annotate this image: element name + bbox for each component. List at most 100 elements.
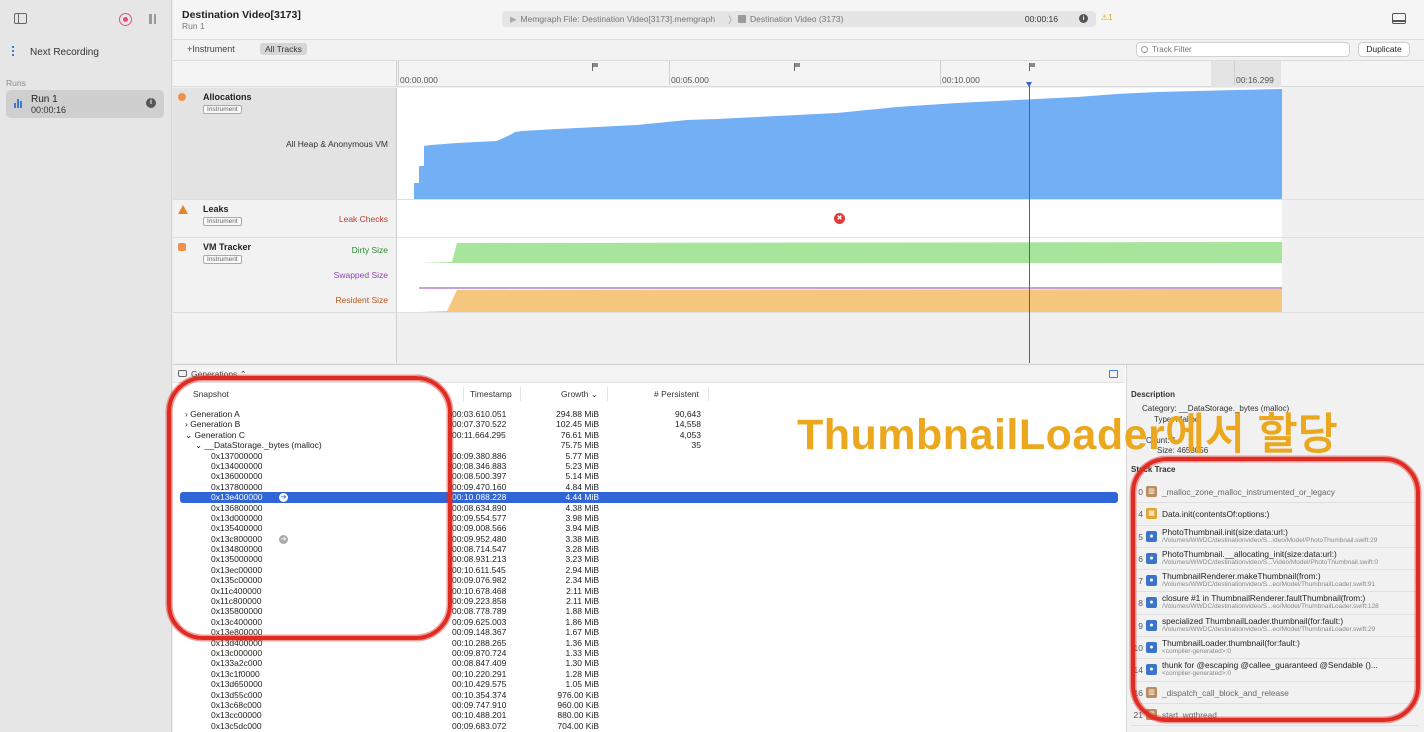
column-timestamp[interactable]: Timestamp bbox=[470, 389, 512, 399]
instrument-badge[interactable]: Instrument bbox=[203, 255, 242, 264]
timestamp-cell: 00:08.634.890 bbox=[452, 502, 507, 513]
next-recording-item[interactable]: Next Recording bbox=[12, 46, 99, 58]
timestamp-cell: 00:08.778.789 bbox=[452, 606, 507, 617]
timestamp-cell: 00:09.625.003 bbox=[452, 616, 507, 627]
runs-section-label: Runs bbox=[6, 78, 26, 88]
snapshot-cell: 0x13c68c000 bbox=[211, 699, 262, 710]
path-file[interactable]: Memgraph File: Destination Video[3173].m… bbox=[521, 14, 716, 24]
description-label: Description bbox=[1131, 390, 1176, 399]
vm-tracker-icon bbox=[178, 243, 186, 251]
add-instrument-button[interactable]: +Instrument bbox=[187, 44, 235, 54]
snapshot-cell: 0x13cc00000 bbox=[211, 710, 262, 721]
growth-cell: 2.11 MiB bbox=[566, 596, 599, 607]
snapshot-cell: 0x133a2c000 bbox=[211, 658, 263, 669]
timestamp-cell: 00:10.354.374 bbox=[452, 689, 507, 700]
info-icon[interactable]: i bbox=[146, 98, 156, 108]
instrument-badge[interactable]: Instrument bbox=[203, 105, 242, 114]
growth-cell: 3.23 MiB bbox=[565, 554, 599, 565]
sidebar: Next Recording Runs Run 1 00:00:16 i bbox=[0, 0, 172, 732]
table-row[interactable]: 0x133a2c000 00:08.847.409 1.30 MiB bbox=[173, 658, 1125, 668]
track-name: VM Tracker bbox=[203, 242, 252, 252]
column-separator bbox=[708, 387, 709, 401]
growth-cell: 4.44 MiB bbox=[565, 492, 599, 503]
leak-marker-icon[interactable]: ✖ bbox=[834, 213, 845, 224]
timestamp-cell: 00:09.952.480 bbox=[452, 533, 507, 544]
table-row[interactable]: 0x13c1f0000 00:10.220.291 1.28 MiB bbox=[173, 669, 1125, 679]
timestamp-cell: 00:10.611.545 bbox=[452, 564, 506, 575]
timestamp-cell: 00:08.500.397 bbox=[452, 471, 507, 482]
time-ruler[interactable]: 00:00.000 00:05.000 00:10.000 00:16.299 bbox=[396, 61, 1424, 87]
process-icon bbox=[738, 15, 746, 23]
leaks-graph[interactable]: ✖ bbox=[396, 200, 1424, 238]
growth-cell: 5.77 MiB bbox=[565, 450, 599, 461]
growth-cell: 1.67 MiB bbox=[565, 627, 599, 638]
timestamp-cell: 00:10.288.265 bbox=[452, 637, 507, 648]
timestamp-cell: 00:10.088.228 bbox=[452, 492, 507, 503]
persistent-cell: 90,643 bbox=[675, 409, 701, 419]
track-vm-tracker[interactable]: VM Tracker Instrument Dirty Size Swapped… bbox=[173, 238, 396, 313]
persistent-cell: 35 bbox=[691, 440, 701, 451]
info-icon[interactable]: i bbox=[1079, 14, 1088, 23]
growth-cell: 294.88 MiB bbox=[556, 409, 599, 419]
inspector-toggle-icon[interactable] bbox=[1109, 370, 1118, 378]
table-row[interactable]: 0x13d55c000 00:10.354.374 976.00 KiB bbox=[173, 690, 1125, 700]
list-icon bbox=[12, 46, 24, 56]
growth-cell: 76.61 MiB bbox=[560, 429, 599, 440]
lane-label: All Heap & Anonymous VM bbox=[285, 139, 388, 149]
track-leaks[interactable]: Leaks Instrument Leak Checks bbox=[173, 200, 396, 238]
column-separator bbox=[607, 387, 608, 401]
pause-button[interactable] bbox=[148, 14, 157, 24]
vm-tracker-graph[interactable] bbox=[396, 238, 1424, 313]
track-filter-field[interactable] bbox=[1136, 42, 1350, 57]
growth-cell: 5.14 MiB bbox=[565, 471, 599, 482]
instrument-badge[interactable]: Instrument bbox=[203, 217, 242, 226]
timestamp-cell: 00:08.714.547 bbox=[452, 544, 507, 555]
flag-icon[interactable] bbox=[1029, 63, 1035, 71]
table-row[interactable]: 0x13d650000 00:10.429.575 1.05 MiB bbox=[173, 679, 1125, 689]
flag-icon[interactable] bbox=[794, 63, 800, 71]
red-annotation-circle bbox=[167, 376, 452, 640]
timestamp-cell: 00:09.223.858 bbox=[452, 596, 507, 607]
annotation-caption: ThumbnailLoader에서 할당 bbox=[797, 411, 1338, 459]
persistent-cell: 14,558 bbox=[675, 419, 701, 430]
sidebar-toggle-icon[interactable] bbox=[14, 13, 27, 24]
duplicate-button[interactable]: Duplicate bbox=[1358, 42, 1410, 57]
timestamp-cell: 00:09.870.724 bbox=[452, 647, 507, 658]
warning-badge[interactable]: ⚠1 bbox=[1101, 13, 1113, 22]
ruler-tick: 00:00.000 bbox=[398, 61, 438, 85]
path-bar[interactable]: ▶ Memgraph File: Destination Video[3173].… bbox=[502, 11, 1096, 27]
growth-cell: 976.00 KiB bbox=[557, 689, 599, 700]
run-item[interactable]: Run 1 00:00:16 i bbox=[6, 90, 164, 118]
table-row[interactable]: 0x13c000000 00:09.870.724 1.33 MiB bbox=[173, 648, 1125, 658]
allocations-graph[interactable] bbox=[396, 88, 1424, 200]
panel-layout-icon[interactable] bbox=[1392, 13, 1406, 24]
table-row[interactable]: 0x13cc00000 00:10.488.201 880.00 KiB bbox=[173, 710, 1125, 720]
snapshot-cell: 0x13d55c000 bbox=[211, 689, 263, 700]
lane-label: Leak Checks bbox=[338, 214, 388, 224]
camera-icon bbox=[178, 370, 187, 377]
snapshot-cell: 0x13c1f0000 bbox=[211, 668, 260, 679]
record-button[interactable] bbox=[119, 13, 132, 26]
all-tracks-button[interactable]: All Tracks bbox=[260, 43, 307, 55]
warning-triangle-icon bbox=[178, 205, 188, 214]
growth-cell: 1.05 MiB bbox=[565, 679, 599, 690]
run-title: Run 1 bbox=[31, 94, 58, 105]
empty-graph-area bbox=[396, 313, 1424, 363]
track-name: Allocations bbox=[203, 92, 252, 102]
lane-label: Dirty Size bbox=[351, 245, 388, 255]
column-persistent[interactable]: # Persistent bbox=[654, 389, 699, 399]
table-row[interactable]: 0x13c68c000 00:09.747.910 960.00 KiB bbox=[173, 700, 1125, 710]
timestamp-cell: 00:08.931.213 bbox=[452, 554, 507, 565]
path-process[interactable]: Destination Video (3173) bbox=[750, 14, 843, 24]
track-allocations[interactable]: Allocations Instrument All Heap & Anonym… bbox=[173, 88, 396, 200]
table-row[interactable]: 0x13c5dc000 00:09.683.072 704.00 KiB bbox=[173, 721, 1125, 731]
sidebar-toolbar bbox=[12, 12, 159, 28]
bar-chart-icon bbox=[14, 99, 24, 108]
column-separator bbox=[520, 387, 521, 401]
track-filter-input[interactable] bbox=[1152, 44, 1342, 55]
growth-cell: 2.11 MiB bbox=[566, 585, 599, 596]
growth-cell: 2.34 MiB bbox=[565, 575, 599, 586]
playhead[interactable] bbox=[1026, 82, 1032, 363]
flag-icon[interactable] bbox=[592, 63, 598, 71]
column-growth[interactable]: Growth ⌄ bbox=[561, 389, 598, 400]
